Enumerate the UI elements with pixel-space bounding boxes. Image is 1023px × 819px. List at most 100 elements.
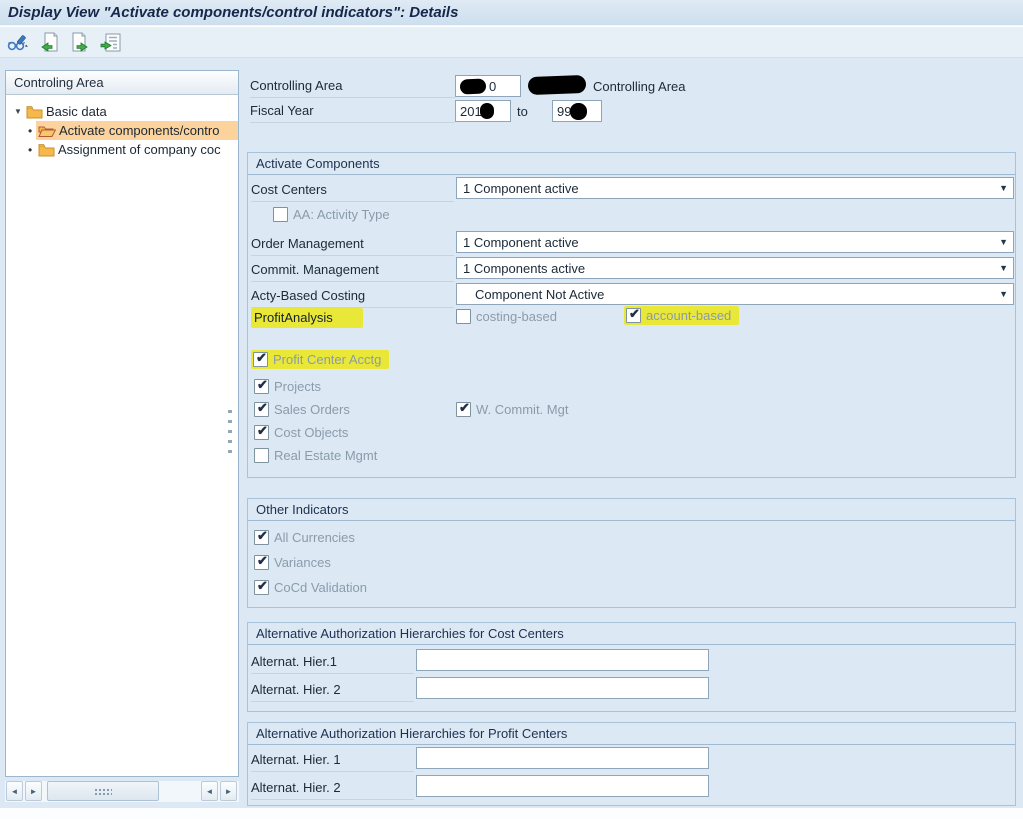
tree-item-basic-data[interactable]: ▼ Basic data bbox=[6, 102, 238, 121]
group-title: Other Indicators bbox=[248, 499, 1015, 521]
projects-checkbox[interactable]: ✔ Projects bbox=[254, 379, 321, 394]
other-indicators-group: Other Indicators ✔ All Currencies ✔ Vari… bbox=[247, 498, 1016, 608]
screen-body: Controling Area ▼ Basic data • Activate … bbox=[0, 58, 1023, 808]
bullet-icon: • bbox=[28, 124, 36, 138]
scrollbar-thumb[interactable] bbox=[47, 781, 159, 801]
tree-hscrollbar[interactable]: ◄ ► ◄ ► bbox=[5, 781, 239, 802]
detail-form: Controlling Area 0 Controlling Area Fisc… bbox=[245, 70, 1016, 810]
other-entry-icon[interactable] bbox=[99, 30, 123, 54]
chevron-down-icon[interactable]: ▼ bbox=[999, 263, 1008, 273]
scroll-left-button[interactable]: ◄ bbox=[6, 781, 23, 801]
real-estate-mgmt-checkbox[interactable]: Real Estate Mgmt bbox=[254, 448, 377, 463]
redaction-mark bbox=[480, 103, 494, 119]
alternat-hier2-label: Alternat. Hier. 2 bbox=[251, 776, 414, 800]
tree-item-label: Assignment of company coc bbox=[58, 142, 221, 157]
bullet-icon: • bbox=[28, 143, 36, 157]
alternat-hier2-field[interactable] bbox=[416, 775, 709, 797]
checkbox-label: Variances bbox=[274, 555, 331, 570]
sales-orders-checkbox[interactable]: ✔ Sales Orders bbox=[254, 402, 350, 417]
acty-based-costing-label: Acty-Based Costing bbox=[251, 284, 454, 308]
alternat-hier1-field[interactable] bbox=[416, 649, 709, 671]
open-folder-icon bbox=[38, 124, 56, 138]
selected-value: 1 Component active bbox=[463, 235, 579, 250]
selected-value: 1 Component active bbox=[463, 181, 579, 196]
controlling-area-description: Controlling Area bbox=[593, 79, 686, 94]
order-management-select[interactable]: 1 Component active ▼ bbox=[456, 231, 1014, 253]
redaction-mark bbox=[460, 78, 487, 94]
alternat-hier2-field[interactable] bbox=[416, 677, 709, 699]
commit-management-label: Commit. Management bbox=[251, 258, 454, 282]
folder-icon bbox=[38, 143, 55, 157]
fiscal-year-to-field[interactable]: 99 bbox=[552, 100, 602, 122]
tree-item-label: Basic data bbox=[46, 104, 107, 119]
chevron-down-icon[interactable]: ▼ bbox=[999, 237, 1008, 247]
checkbox-label: costing-based bbox=[476, 309, 557, 324]
tree-item-label: Activate components/contro bbox=[59, 123, 219, 138]
cost-objects-checkbox[interactable]: ✔ Cost Objects bbox=[254, 425, 348, 440]
redaction-mark bbox=[570, 103, 587, 120]
chevron-down-icon[interactable]: ▼ bbox=[999, 289, 1008, 299]
alternat-hier1-label: Alternat. Hier.1 bbox=[251, 650, 414, 674]
checkbox-label: AA: Activity Type bbox=[293, 207, 390, 222]
next-entry-icon[interactable] bbox=[68, 30, 92, 54]
cocd-validation-checkbox[interactable]: ✔ CoCd Validation bbox=[254, 580, 367, 595]
alternat-hier1-field[interactable] bbox=[416, 747, 709, 769]
selected-value: Component Not Active bbox=[463, 287, 604, 302]
application-toolbar bbox=[0, 27, 1023, 58]
scroll-right-button[interactable]: ► bbox=[25, 781, 42, 801]
checkmark: ✔ bbox=[629, 309, 640, 319]
fiscal-year-from-field[interactable]: 201 bbox=[455, 100, 511, 122]
fiscal-year-label: Fiscal Year bbox=[250, 99, 455, 123]
display-change-icon[interactable] bbox=[6, 30, 30, 54]
alt-auth-cost-centers-group: Alternative Authorization Hierarchies fo… bbox=[247, 622, 1016, 712]
controlling-area-value: 0 bbox=[489, 79, 496, 94]
tree-item-assignment-company-codes[interactable]: • Assignment of company coc bbox=[6, 140, 238, 159]
alternat-hier1-label: Alternat. Hier. 1 bbox=[251, 748, 414, 772]
panel-splitter[interactable] bbox=[228, 410, 232, 460]
checkmark: ✔ bbox=[257, 426, 268, 436]
checkbox-label: W. Commit. Mgt bbox=[476, 402, 568, 417]
checkbox-label: account-based bbox=[646, 308, 731, 323]
fiscal-year-from-value: 201 bbox=[460, 104, 482, 119]
page-title: Display View "Activate components/contro… bbox=[8, 4, 458, 21]
variances-checkbox[interactable]: ✔ Variances bbox=[254, 555, 331, 570]
cost-centers-label: Cost Centers bbox=[251, 178, 454, 202]
cost-centers-select[interactable]: 1 Component active ▼ bbox=[456, 177, 1014, 199]
all-currencies-checkbox[interactable]: ✔ All Currencies bbox=[254, 530, 355, 545]
acty-based-costing-select[interactable]: Component Not Active ▼ bbox=[456, 283, 1014, 305]
checkbox-label: Cost Objects bbox=[274, 425, 348, 440]
checkmark: ✔ bbox=[257, 403, 268, 413]
chevron-down-icon[interactable]: ▼ bbox=[999, 183, 1008, 193]
account-based-checkbox[interactable]: ✔ account-based bbox=[624, 306, 739, 325]
profit-center-acctg-checkbox[interactable]: ✔ Profit Center Acctg bbox=[251, 350, 389, 369]
previous-entry-icon[interactable] bbox=[37, 30, 61, 54]
aa-activity-type-checkbox[interactable]: AA: Activity Type bbox=[273, 207, 390, 222]
checkmark: ✔ bbox=[257, 531, 268, 541]
checkbox-label: Projects bbox=[274, 379, 321, 394]
scroll-left-button[interactable]: ◄ bbox=[201, 781, 218, 801]
group-title: Activate Components bbox=[248, 153, 1015, 175]
dialog-structure-panel: Controling Area ▼ Basic data • Activate … bbox=[5, 70, 239, 777]
status-strip bbox=[0, 808, 1023, 819]
group-title: Alternative Authorization Hierarchies fo… bbox=[248, 623, 1015, 645]
checkmark: ✔ bbox=[459, 403, 470, 413]
costing-based-checkbox[interactable]: costing-based bbox=[456, 309, 557, 324]
scroll-right-button[interactable]: ► bbox=[220, 781, 237, 801]
commit-management-select[interactable]: 1 Components active ▼ bbox=[456, 257, 1014, 279]
checkbox-label: Real Estate Mgmt bbox=[274, 448, 377, 463]
fiscal-year-to-label: to bbox=[517, 104, 528, 119]
fiscal-year-to-value: 99 bbox=[557, 104, 571, 119]
checkmark: ✔ bbox=[257, 581, 268, 591]
checkmark: ✔ bbox=[257, 556, 268, 566]
activate-components-group: Activate Components Cost Centers 1 Compo… bbox=[247, 152, 1016, 478]
tree-header: Controling Area bbox=[6, 71, 238, 95]
checkbox-label: Profit Center Acctg bbox=[273, 352, 381, 367]
grip-dots-icon bbox=[94, 788, 112, 795]
tree-item-activate-components[interactable]: • Activate components/contro bbox=[6, 121, 238, 140]
w-commit-mgt-checkbox[interactable]: ✔ W. Commit. Mgt bbox=[456, 402, 568, 417]
chevron-expanded-icon[interactable]: ▼ bbox=[12, 107, 24, 116]
selected-value: 1 Components active bbox=[463, 261, 585, 276]
controlling-area-field[interactable]: 0 bbox=[455, 75, 521, 97]
window-titlebar: Display View "Activate components/contro… bbox=[0, 0, 1023, 26]
redaction-mark bbox=[528, 75, 587, 95]
